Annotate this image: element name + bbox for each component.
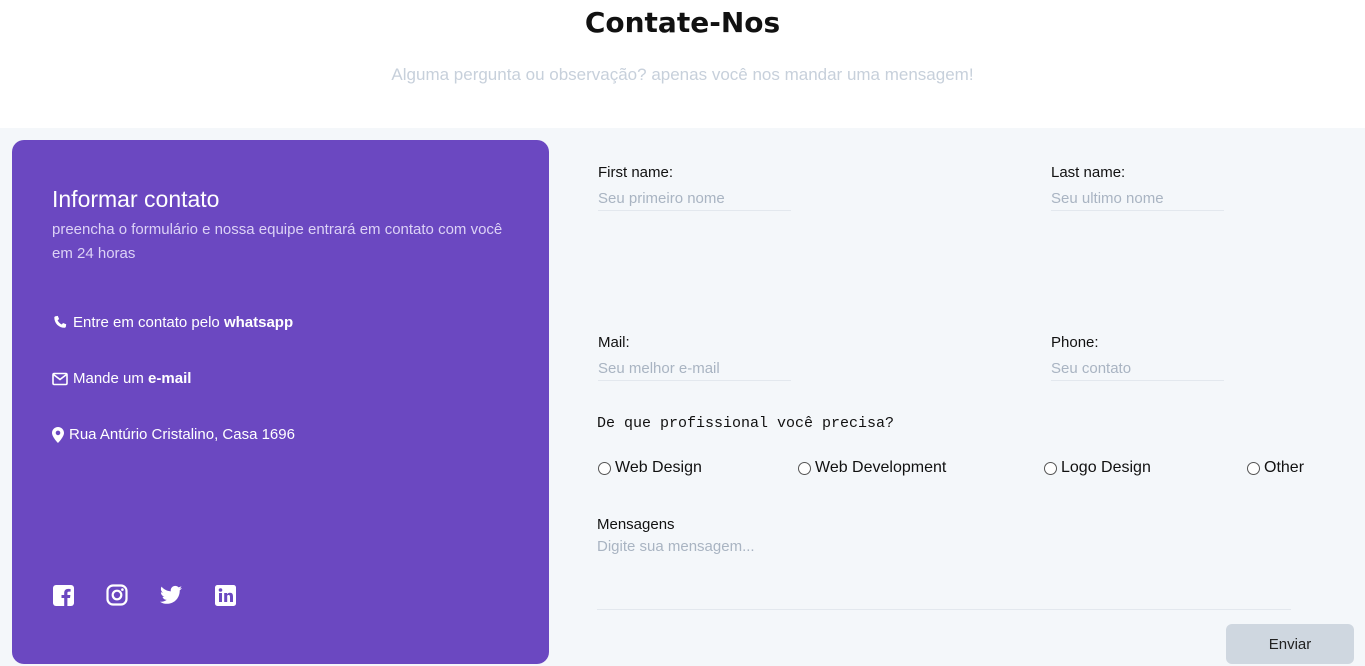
phone-label: Phone: bbox=[1051, 334, 1099, 351]
info-description: preencha o formulário e nossa equipe ent… bbox=[52, 221, 503, 262]
twitter-icon[interactable] bbox=[160, 584, 182, 606]
info-title: Informar contato bbox=[52, 186, 220, 212]
radio-button[interactable] bbox=[598, 461, 611, 475]
social-links bbox=[52, 584, 268, 606]
page-subtitle: Alguma pergunta ou observação? apenas vo… bbox=[391, 65, 974, 84]
address-line: Rua Antúrio Cristalino, Casa 1696 bbox=[52, 426, 295, 443]
radio-web-development[interactable]: Web Development bbox=[798, 459, 946, 477]
contact-info-card: Informar contato preencha o formulário e… bbox=[12, 140, 549, 664]
radio-label: Web Development bbox=[815, 459, 947, 476]
last-name-label: Last name: bbox=[1051, 164, 1126, 181]
email-contact[interactable]: Mande um e-mail bbox=[52, 370, 191, 387]
radio-label: Logo Design bbox=[1061, 459, 1151, 476]
facebook-icon[interactable] bbox=[52, 584, 74, 606]
phone-icon bbox=[54, 315, 67, 328]
first-name-input[interactable] bbox=[598, 187, 791, 211]
message-label: Mensagens bbox=[597, 516, 675, 533]
radio-button[interactable] bbox=[1247, 461, 1260, 475]
radio-button[interactable] bbox=[798, 461, 811, 475]
address-text: Rua Antúrio Cristalino, Casa 1696 bbox=[69, 426, 295, 443]
instagram-icon[interactable] bbox=[106, 584, 128, 606]
email-link[interactable]: e-mail bbox=[148, 370, 191, 387]
phone-input[interactable] bbox=[1051, 357, 1224, 381]
whatsapp-contact[interactable]: Entre em contato pelo whatsapp bbox=[52, 314, 293, 331]
send-button[interactable]: Enviar bbox=[1226, 624, 1354, 664]
profession-question: De que profissional você precisa? bbox=[597, 415, 895, 432]
first-name-group: First name: bbox=[598, 164, 791, 211]
whatsapp-text: Entre em contato pelo bbox=[73, 314, 220, 331]
radio-button[interactable] bbox=[1044, 461, 1057, 475]
linkedin-icon[interactable] bbox=[214, 584, 236, 606]
radio-label: Web Design bbox=[615, 459, 702, 476]
first-name-label: First name: bbox=[598, 164, 674, 181]
page-header: Contate-Nos Alguma pergunta ou observaçã… bbox=[0, 0, 1365, 128]
email-text: Mande um bbox=[73, 370, 144, 387]
whatsapp-link[interactable]: whatsapp bbox=[224, 314, 293, 331]
map-marker-icon bbox=[52, 426, 64, 443]
mail-group: Mail: bbox=[598, 334, 791, 381]
last-name-input[interactable] bbox=[1051, 187, 1224, 211]
radio-web-design[interactable]: Web Design bbox=[598, 459, 702, 477]
radio-other[interactable]: Other bbox=[1247, 459, 1304, 477]
radio-label: Other bbox=[1264, 459, 1305, 476]
radio-logo-design[interactable]: Logo Design bbox=[1044, 459, 1151, 477]
mail-label: Mail: bbox=[598, 334, 630, 351]
mail-input[interactable] bbox=[598, 357, 791, 381]
last-name-group: Last name: bbox=[1051, 164, 1224, 211]
phone-group: Phone: bbox=[1051, 334, 1224, 381]
message-textarea[interactable] bbox=[597, 538, 1291, 610]
envelope-icon bbox=[52, 372, 68, 385]
page-title: Contate-Nos bbox=[584, 6, 781, 39]
